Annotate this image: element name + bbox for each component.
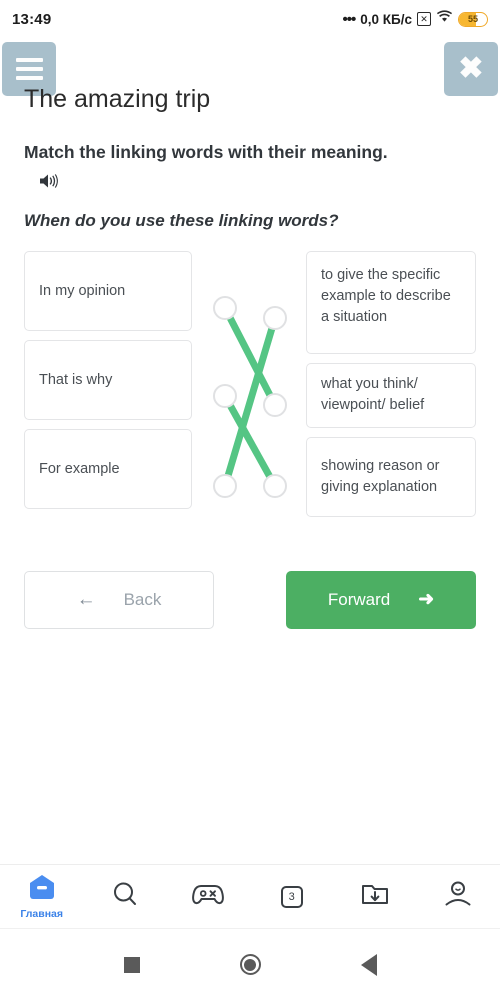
exercise-content: Match the linking words with their meani… <box>0 142 500 517</box>
search-icon <box>111 880 139 913</box>
match-dot-left[interactable] <box>213 473 237 498</box>
tab-count-label: 3 <box>288 890 295 903</box>
page-title: The amazing trip <box>24 85 211 113</box>
status-indicators: ••• 0,0 КБ/с ✕ 55 <box>342 9 488 29</box>
nav-item-home-label: Главная <box>20 907 64 920</box>
status-time: 13:49 <box>12 10 52 28</box>
matching-exercise: In my opinion That is why For example to… <box>24 250 476 517</box>
system-navigation-bar <box>0 928 500 1000</box>
home-icon <box>28 874 56 905</box>
nav-item-downloads[interactable] <box>333 881 416 912</box>
nav-item-tabs[interactable]: 3 <box>250 885 333 908</box>
browser-bottom-nav: Главная 3 <box>0 864 500 928</box>
app-header: ✖ The amazing trip <box>0 38 500 113</box>
square-recents-icon[interactable] <box>123 956 140 973</box>
status-bar: 13:49 ••• 0,0 КБ/с ✕ 55 <box>0 0 500 38</box>
navigation-buttons: ← Back Forward ➜ <box>0 570 500 629</box>
speaker-sound-icon[interactable] <box>38 172 60 195</box>
match-dot-right[interactable] <box>263 305 287 330</box>
nav-item-profile[interactable] <box>417 880 500 913</box>
match-dot-right[interactable] <box>263 392 287 417</box>
nav-item-search[interactable] <box>83 880 166 913</box>
close-icon: ✖ <box>458 52 484 85</box>
tabs-icon: 3 <box>280 885 303 908</box>
profile-icon <box>444 880 472 913</box>
connection-lines <box>221 304 279 490</box>
back-button[interactable]: ← Back <box>24 570 214 629</box>
match-dot-right[interactable] <box>263 473 287 498</box>
match-dot-left[interactable] <box>213 383 237 408</box>
x-close-icon: ✕ <box>417 12 431 26</box>
match-dot-left[interactable] <box>213 295 237 320</box>
arrow-right-icon: ➜ <box>418 589 435 611</box>
forward-button[interactable]: Forward ➜ <box>286 570 476 629</box>
nav-item-home[interactable]: Главная <box>0 874 83 920</box>
exercise-subtitle: When do you use these linking words? <box>24 210 339 230</box>
instruction-block: Match the linking words with their meani… <box>24 142 476 195</box>
instruction-text: Match the linking words with their meani… <box>24 142 388 162</box>
arrow-left-icon: ← <box>76 588 96 610</box>
status-dots: ••• <box>342 10 357 28</box>
close-button[interactable]: ✖ <box>444 42 498 96</box>
hamburger-menu-icon <box>15 58 43 80</box>
wifi-icon <box>436 9 453 29</box>
downloads-folder-icon <box>361 881 389 912</box>
gamepad-icon <box>191 882 225 911</box>
circle-home-icon[interactable] <box>239 954 261 975</box>
forward-button-label: Forward <box>327 589 391 609</box>
nav-item-games[interactable] <box>167 882 250 911</box>
triangle-back-icon[interactable] <box>360 953 377 976</box>
battery-indicator: 55 <box>458 11 488 27</box>
back-button-label: Back <box>123 589 162 609</box>
network-speed-label: 0,0 КБ/с <box>360 11 412 27</box>
battery-level-label: 55 <box>467 14 478 24</box>
